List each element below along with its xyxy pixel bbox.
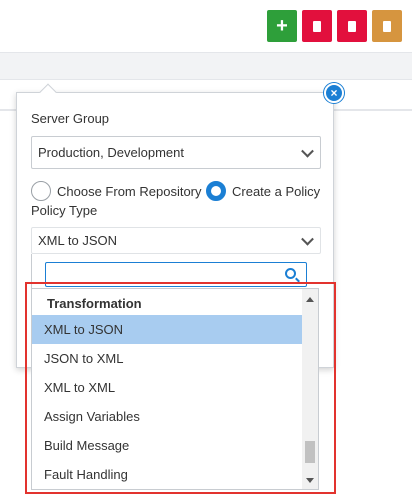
option-xml-to-xml[interactable]: XML to XML: [32, 373, 303, 402]
search-icon: [285, 268, 296, 279]
option-fault-handling[interactable]: Fault Handling: [32, 460, 303, 489]
note-button[interactable]: [372, 10, 402, 42]
delete-button[interactable]: [302, 10, 332, 42]
radio-create-a-policy[interactable]: Create a Policy: [206, 181, 320, 201]
radio-label: Choose From Repository: [57, 183, 202, 199]
radio-button-checked[interactable]: [206, 181, 226, 201]
toolbar: +: [267, 10, 402, 42]
scrollbar-thumb[interactable]: [305, 441, 315, 463]
add-button[interactable]: +: [267, 10, 297, 42]
scroll-up-icon[interactable]: [306, 297, 314, 302]
radio-button[interactable]: [31, 181, 51, 201]
note-icon: [383, 20, 391, 32]
radio-choose-from-repository[interactable]: Choose From Repository: [31, 181, 202, 201]
server-group-value: Production, Development: [38, 145, 184, 160]
delete-button-2[interactable]: [337, 10, 367, 42]
trash-icon: [313, 20, 321, 32]
trash-icon: [348, 20, 356, 32]
radio-label: Create a Policy: [232, 183, 321, 199]
option-assign-variables[interactable]: Assign Variables: [32, 402, 303, 431]
chevron-down-icon: [301, 232, 314, 246]
policy-type-dropdown-list[interactable]: Transformation XML to JSON JSON to XML X…: [31, 288, 319, 490]
table-header-band: [0, 52, 412, 80]
policy-type-value: XML to JSON: [38, 233, 117, 248]
page: + × Server Group Production, Development…: [0, 0, 412, 503]
option-json-to-xml[interactable]: JSON to XML: [32, 344, 303, 373]
plus-icon: +: [276, 15, 288, 37]
option-xml-to-json[interactable]: XML to JSON: [32, 315, 303, 344]
option-group-transformation: Transformation: [47, 296, 142, 311]
policy-type-label: Policy Type: [31, 203, 98, 218]
policy-type-select[interactable]: XML to JSON: [31, 227, 321, 254]
close-icon[interactable]: ×: [324, 83, 344, 103]
server-group-select[interactable]: Production, Development: [31, 136, 321, 169]
option-build-message[interactable]: Build Message: [32, 431, 303, 460]
server-group-label: Server Group: [31, 111, 110, 126]
scroll-down-icon[interactable]: [306, 478, 314, 483]
dropdown-scrollbar[interactable]: [302, 289, 318, 489]
dropdown-search-input[interactable]: [45, 262, 307, 287]
chevron-down-icon: [301, 144, 314, 158]
